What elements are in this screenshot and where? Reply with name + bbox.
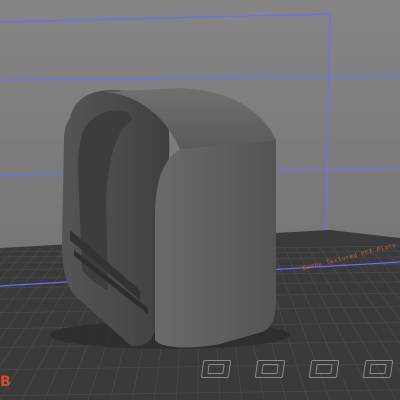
arrange-icon[interactable]: [200, 360, 232, 378]
3d-viewport[interactable]: Bambu Textured PEI Plate B: [0, 0, 400, 400]
plate-icon[interactable]: [308, 360, 340, 378]
orient-icon[interactable]: [254, 360, 286, 378]
bed-corner-mark: B: [0, 374, 11, 390]
lock-icon[interactable]: [362, 360, 394, 378]
scene-canvas[interactable]: [0, 0, 400, 400]
model-front-face: [155, 140, 276, 348]
